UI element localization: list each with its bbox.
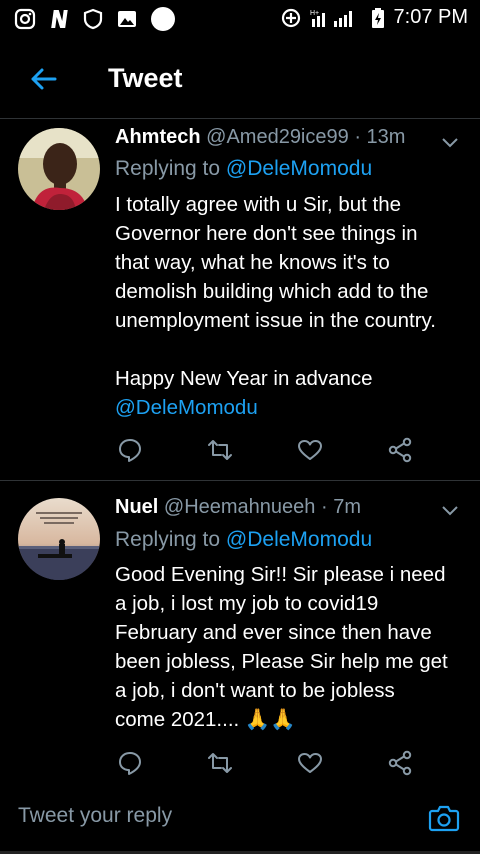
svg-text:H+: H+ [310, 10, 319, 17]
timestamp: 7m [333, 496, 362, 518]
tweet-divider [0, 480, 480, 481]
replying-to: Replying to @DeleMomodu [115, 157, 372, 181]
tweet-text-line: a job, i don't want to be jobless [115, 679, 395, 702]
avatar[interactable] [18, 128, 100, 210]
timestamp: 13m [366, 126, 406, 148]
separator: · [320, 496, 328, 518]
top-app-bar: Tweet [0, 38, 480, 118]
chevron-down-icon[interactable] [440, 500, 460, 520]
tweet-text-line: I totally agree with u Sir, but the [115, 193, 402, 216]
status-bar: H+ 7:07 PM [0, 0, 480, 36]
camera-icon[interactable] [428, 803, 460, 833]
tweet-header: Nuel @Heemahnueeh · 7m [115, 496, 361, 524]
header-divider [0, 118, 480, 119]
tweet-actions [115, 750, 415, 776]
retweet-icon[interactable] [207, 750, 233, 776]
tweet-text-line: unemployment issue in the country. [115, 309, 436, 332]
tweet-text-line: that way, what he knows it's to [115, 251, 390, 274]
replying-to: Replying to @DeleMomodu [115, 528, 372, 552]
tweet-text: Good Evening Sir!! Sir please i need a j… [115, 560, 467, 734]
battery-icon [370, 7, 386, 29]
display-name[interactable]: Nuel [115, 496, 158, 518]
tweet-text-line: come 2021.... 🙏🙏 [115, 708, 296, 731]
reply-tweet[interactable]: Nuel @Heemahnueeh · 7m Replying to @Dele… [0, 482, 480, 778]
replying-to-handle[interactable]: @DeleMomodu [226, 157, 372, 180]
page-title: Tweet [108, 63, 183, 93]
tweet-text-line: been jobless, Please Sir help me get [115, 650, 448, 673]
tweet-text-line: Happy New Year in advance [115, 367, 373, 390]
tweet-text-line: demolish building which add to the [115, 280, 429, 303]
share-icon[interactable] [387, 750, 413, 776]
reply-input[interactable]: Tweet your reply [18, 804, 172, 828]
tweet-text-line: February and ever since then have [115, 621, 432, 644]
tweet-text: I totally agree with u Sir, but the Gove… [115, 190, 467, 422]
tweet-text-line: Governor here don't see things in [115, 222, 418, 245]
data-saver-icon [280, 7, 302, 29]
reply-icon[interactable] [117, 750, 143, 776]
tweet-header: Ahmtech @Amed29ice99 · 13m [115, 126, 405, 154]
reply-icon[interactable] [117, 437, 143, 463]
signal-icon: H+ [310, 7, 362, 29]
back-arrow-icon[interactable] [28, 64, 58, 94]
chevron-down-icon[interactable] [440, 132, 460, 152]
gallery-icon [116, 8, 138, 30]
user-handle[interactable]: @Amed29ice99 [206, 126, 349, 148]
like-heart-icon[interactable] [297, 437, 323, 463]
user-handle[interactable]: @Heemahnueeh [164, 496, 316, 518]
like-heart-icon[interactable] [297, 750, 323, 776]
avatar[interactable] [18, 498, 100, 580]
netflix-icon [48, 8, 70, 30]
status-time: 7:07 PM [393, 6, 468, 28]
replying-to-handle[interactable]: @DeleMomodu [226, 528, 372, 551]
share-icon[interactable] [387, 437, 413, 463]
retweet-icon[interactable] [207, 437, 233, 463]
replying-to-label: Replying to [115, 157, 221, 180]
separator: · [354, 126, 361, 148]
tweet-text-line: a job, i lost my job to covid19 [115, 592, 379, 615]
tweet-actions [115, 437, 415, 463]
reply-tweet[interactable]: Ahmtech @Amed29ice99 · 13m Replying to @… [0, 120, 480, 480]
shield-icon [82, 8, 104, 30]
circle-icon [150, 6, 176, 32]
instagram-icon [14, 8, 36, 30]
tweet-text-line: Good Evening Sir!! Sir please i need [115, 563, 446, 586]
reply-composer[interactable]: Tweet your reply [0, 776, 480, 854]
mention-link[interactable]: @DeleMomodu [115, 393, 467, 422]
replying-to-label: Replying to [115, 528, 221, 551]
display-name[interactable]: Ahmtech [115, 126, 201, 148]
